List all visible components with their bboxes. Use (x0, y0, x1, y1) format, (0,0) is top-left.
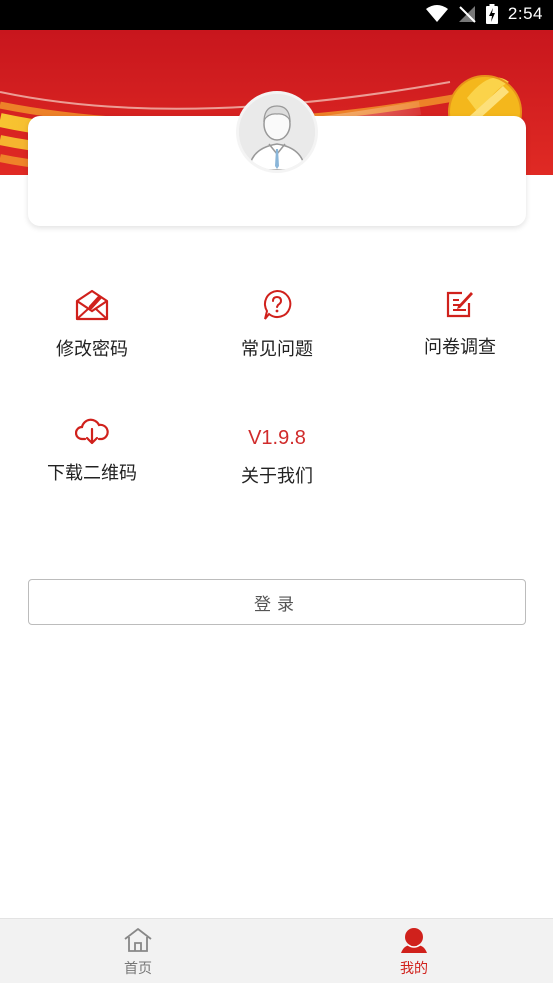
default-user-icon (239, 94, 315, 170)
menu-label: 下载二维码 (47, 463, 137, 484)
menu-label: 关于我们 (241, 466, 313, 487)
menu-label: 常见问题 (241, 339, 313, 360)
battery-charging-icon (485, 4, 498, 24)
menu-item-download-qrcode[interactable]: 下载二维码 (12, 417, 172, 485)
home-icon (124, 928, 152, 952)
tab-label: 我的 (400, 961, 428, 977)
login-button[interactable]: 登录 (28, 579, 526, 625)
status-icons: 2:54 (425, 4, 543, 24)
no-signal-icon (458, 6, 476, 23)
menu-label: 问卷调查 (424, 337, 496, 358)
menu-item-survey[interactable]: 问卷调查 (380, 289, 540, 359)
cloud-download-icon (75, 418, 109, 445)
login-button-label: 登录 (254, 594, 300, 615)
bottom-tab-bar: 首页 我的 (0, 918, 553, 983)
survey-edit-icon (446, 291, 473, 318)
menu-item-about-us[interactable]: V1.9.8 关于我们 (197, 424, 357, 488)
app-version: V1.9.8 (248, 427, 306, 449)
avatar[interactable] (236, 91, 318, 173)
status-time: 2:54 (507, 4, 543, 23)
menu-label: 修改密码 (56, 339, 128, 360)
tab-home[interactable]: 首页 (88, 927, 188, 978)
question-bubble-icon (264, 289, 292, 320)
tab-mine[interactable]: 我的 (364, 927, 464, 978)
tab-label: 首页 (124, 961, 152, 977)
profile-icon (401, 928, 427, 953)
wifi-icon (425, 5, 448, 22)
menu-item-change-password[interactable]: 修改密码 (12, 289, 172, 361)
status-bar: 2:54 (0, 0, 553, 30)
menu-item-faq[interactable]: 常见问题 (197, 289, 357, 361)
envelope-pen-icon (75, 289, 109, 321)
